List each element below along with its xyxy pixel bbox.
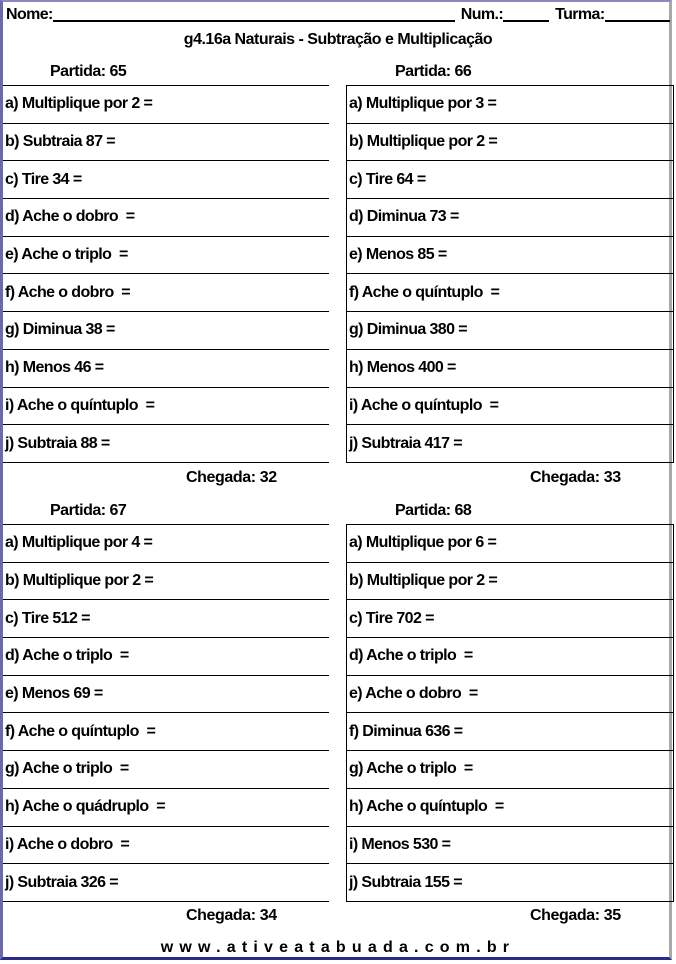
exercise-row[interactable]: c) Tire 702 = bbox=[347, 599, 673, 637]
exercise-row[interactable]: b) Multiplique por 2 = bbox=[347, 561, 673, 600]
exercise-row[interactable]: d) Ache o triplo = bbox=[347, 637, 673, 675]
turma-label: Turma: bbox=[555, 6, 605, 23]
exercise-row[interactable]: c) Tire 512 = bbox=[3, 599, 329, 637]
exercise-row[interactable]: g) Diminua 38 = bbox=[3, 311, 329, 349]
exercise-row[interactable]: h) Menos 46 = bbox=[3, 348, 329, 387]
exercise-row[interactable]: d) Ache o triplo = bbox=[3, 637, 329, 675]
chegada-label: Chegada: bbox=[186, 469, 256, 486]
chegada-heading: Chegada: 35 bbox=[530, 907, 621, 925]
exercise-row[interactable]: d) Ache o dobro = bbox=[3, 198, 329, 236]
exercise-row[interactable]: a) Multiplique por 2 = bbox=[3, 85, 329, 123]
chegada-heading: Chegada: 34 bbox=[186, 907, 277, 925]
exercise-row[interactable]: i) Ache o quíntuplo = bbox=[3, 386, 329, 425]
exercise-row[interactable]: i) Ache o quíntuplo = bbox=[347, 386, 673, 425]
turma-field[interactable] bbox=[604, 20, 670, 22]
num-field[interactable] bbox=[503, 20, 550, 22]
exercise-list: a) Multiplique por 6 = b) Multiplique po… bbox=[346, 524, 674, 902]
exercise-row[interactable]: a) Multiplique por 6 = bbox=[347, 524, 673, 562]
partida-heading: Partida: 65 bbox=[50, 63, 127, 81]
chegada-heading: Chegada: 33 bbox=[530, 469, 621, 487]
exercise-row[interactable]: g) Ache o triplo = bbox=[347, 750, 673, 788]
exercise-row[interactable]: c) Tire 64 = bbox=[347, 160, 673, 198]
partida-label: Partida: bbox=[395, 63, 451, 80]
exercise-row[interactable]: j) Subtraia 326 = bbox=[3, 863, 329, 902]
student-header: Nome: Num.: Turma: bbox=[6, 4, 670, 24]
name-field[interactable] bbox=[52, 20, 455, 22]
exercise-row[interactable]: j) Subtraia 155 = bbox=[347, 863, 673, 902]
exercise-row[interactable]: i) Ache o dobro = bbox=[3, 825, 329, 864]
partida-label: Partida: bbox=[50, 63, 106, 80]
name-label: Nome: bbox=[6, 6, 53, 23]
exercise-row[interactable]: e) Menos 85 = bbox=[347, 235, 673, 274]
exercise-row[interactable]: g) Diminua 380 = bbox=[347, 311, 673, 349]
website-footer: www.ativeatabuada.com.br bbox=[160, 939, 516, 956]
exercise-row[interactable]: f) Ache o quíntuplo = bbox=[347, 273, 673, 311]
chegada-value: 35 bbox=[603, 907, 621, 924]
partida-value: 67 bbox=[109, 502, 127, 519]
exercise-row[interactable]: c) Tire 34 = bbox=[3, 160, 329, 198]
partida-heading: Partida: 66 bbox=[395, 63, 472, 81]
exercise-row[interactable]: b) Multiplique por 2 = bbox=[3, 561, 329, 600]
chegada-label: Chegada: bbox=[530, 907, 600, 924]
exercise-row[interactable]: b) Subtraia 87 = bbox=[3, 122, 329, 161]
exercise-row[interactable]: a) Multiplique por 4 = bbox=[3, 524, 329, 562]
partida-value: 68 bbox=[454, 502, 472, 519]
exercise-row[interactable]: g) Ache o triplo = bbox=[3, 750, 329, 788]
exercise-list: a) Multiplique por 3 = b) Multiplique po… bbox=[346, 85, 674, 463]
num-label: Num.: bbox=[460, 6, 504, 23]
exercise-row[interactable]: h) Menos 400 = bbox=[347, 348, 673, 387]
chegada-value: 32 bbox=[259, 469, 277, 486]
exercise-row[interactable]: e) Menos 69 = bbox=[3, 674, 329, 713]
exercise-row[interactable]: b) Multiplique por 2 = bbox=[347, 122, 673, 161]
exercise-row[interactable]: f) Diminua 636 = bbox=[347, 712, 673, 750]
exercise-row[interactable]: e) Ache o dobro = bbox=[347, 674, 673, 713]
partida-value: 65 bbox=[109, 63, 127, 80]
exercise-row[interactable]: a) Multiplique por 3 = bbox=[347, 85, 673, 123]
chegada-heading: Chegada: 32 bbox=[186, 469, 277, 487]
chegada-label: Chegada: bbox=[186, 907, 256, 924]
exercise-row[interactable]: f) Ache o quíntuplo = bbox=[3, 712, 329, 750]
worksheet-title: g4.16a Naturais - Subtração e Multiplica… bbox=[183, 31, 493, 48]
exercise-row[interactable]: f) Ache o dobro = bbox=[3, 273, 329, 311]
exercise-row[interactable]: d) Diminua 73 = bbox=[347, 198, 673, 236]
partida-label: Partida: bbox=[395, 502, 451, 519]
partida-heading: Partida: 68 bbox=[395, 502, 472, 520]
chegada-value: 34 bbox=[259, 907, 277, 924]
exercise-row[interactable]: e) Ache o triplo = bbox=[3, 235, 329, 274]
exercise-row[interactable]: j) Subtraia 88 = bbox=[3, 424, 329, 463]
exercise-row[interactable]: j) Subtraia 417 = bbox=[347, 424, 673, 463]
exercise-list: a) Multiplique por 2 = b) Subtraia 87 = … bbox=[3, 85, 329, 463]
exercise-row[interactable]: h) Ache o quádruplo = bbox=[3, 787, 329, 826]
exercise-list: a) Multiplique por 4 = b) Multiplique po… bbox=[3, 524, 329, 902]
partida-value: 66 bbox=[454, 63, 472, 80]
partida-heading: Partida: 67 bbox=[50, 502, 127, 520]
exercise-row[interactable]: i) Menos 530 = bbox=[347, 825, 673, 864]
exercise-row[interactable]: h) Ache o quíntuplo = bbox=[347, 787, 673, 826]
partida-label: Partida: bbox=[50, 502, 106, 519]
chegada-value: 33 bbox=[603, 469, 621, 486]
chegada-label: Chegada: bbox=[530, 469, 600, 486]
